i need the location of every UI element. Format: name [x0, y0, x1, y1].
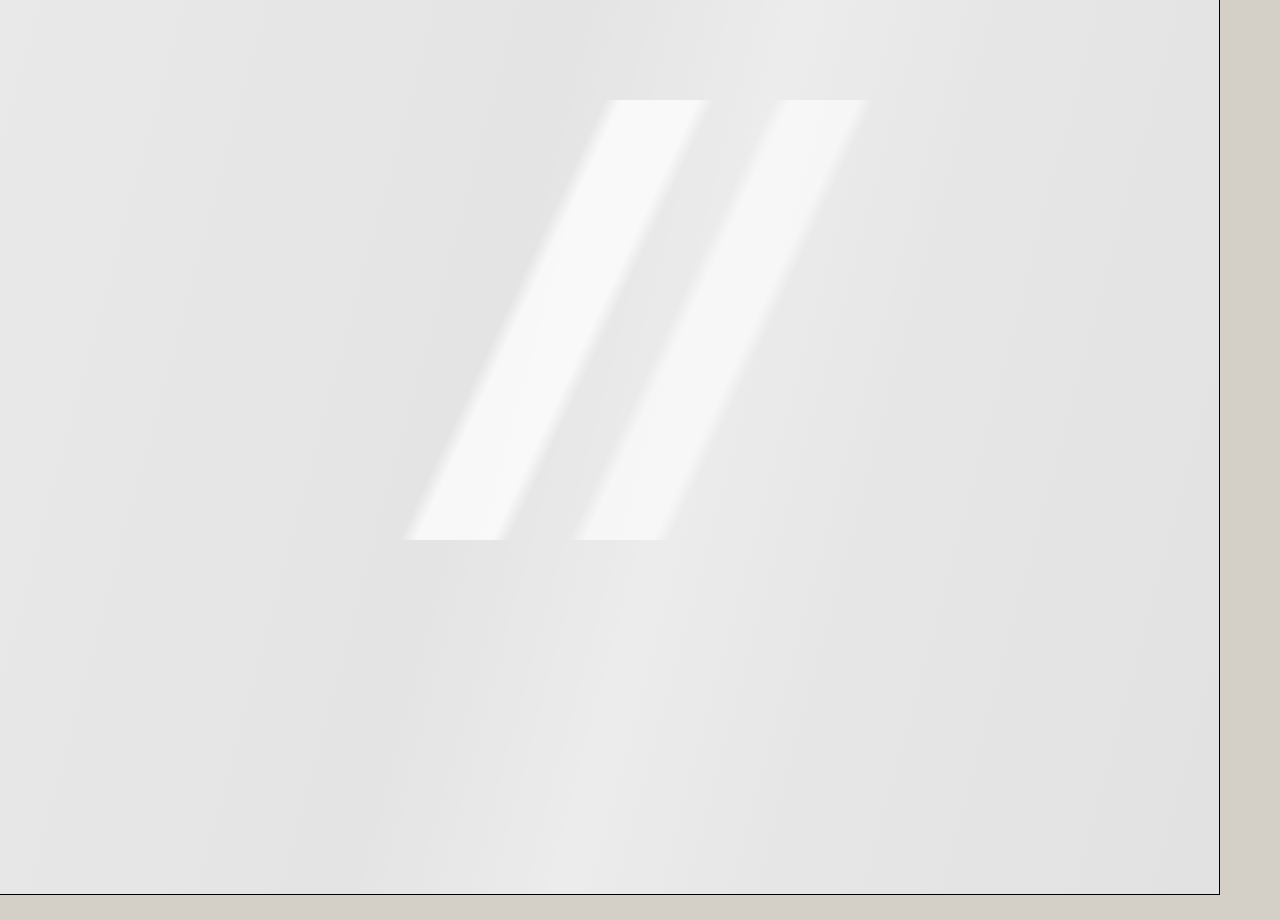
watermark-logo	[300, 100, 940, 540]
price-scale[interactable]	[1220, 0, 1280, 894]
chart-plot-area[interactable]	[0, 0, 1220, 895]
time-scale[interactable]	[0, 895, 1280, 920]
chart-window	[0, 0, 1280, 920]
